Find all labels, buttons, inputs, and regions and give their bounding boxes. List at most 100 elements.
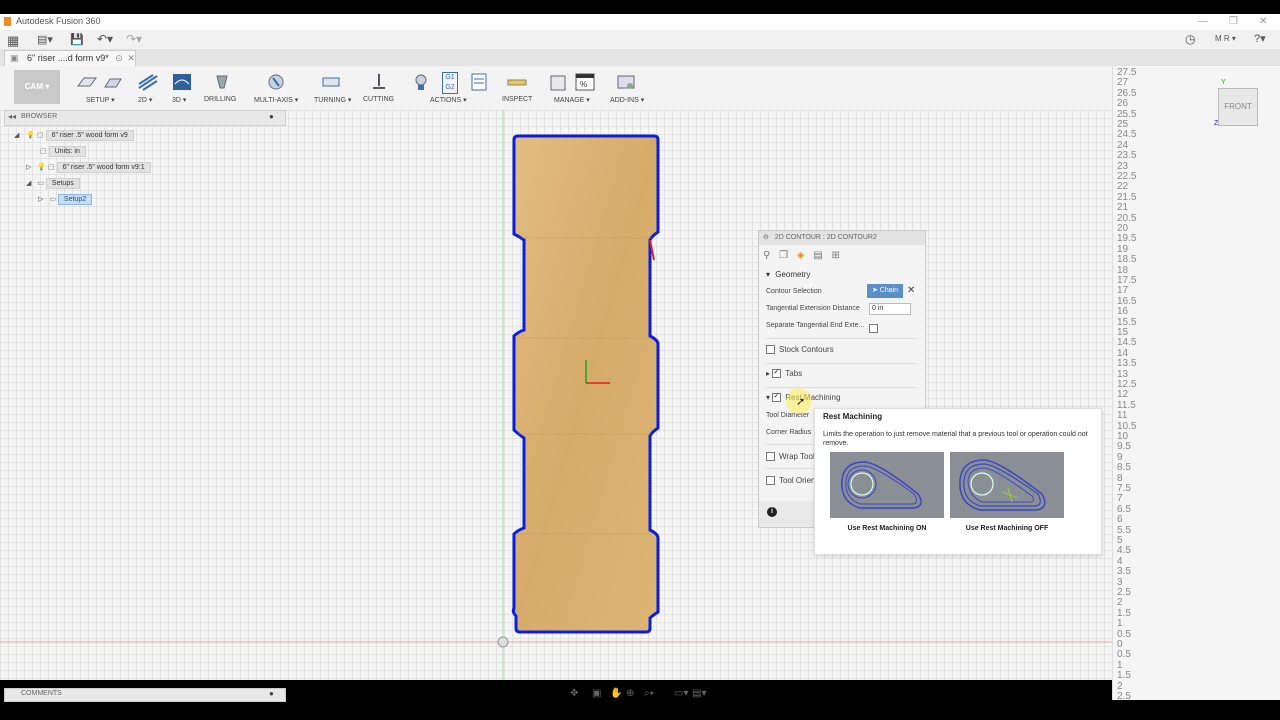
orbit-icon[interactable]: ✥ bbox=[570, 688, 578, 699]
geometry-section[interactable]: ▾ Geometry bbox=[766, 270, 810, 279]
browser-header[interactable]: ◂◂ BROWSER ● bbox=[4, 110, 286, 126]
rest-machining-checkbox[interactable] bbox=[772, 391, 782, 403]
collapse-browser-icon[interactable]: ◂◂ bbox=[8, 112, 16, 121]
heights-tab-icon[interactable]: ◈ bbox=[797, 250, 805, 261]
ribbon-turning-group[interactable]: TURNING ▾ bbox=[312, 66, 352, 110]
setups-node[interactable]: ◢ ▭ Setups bbox=[26, 178, 80, 189]
ribbon-3d-group[interactable]: 3D ▾ bbox=[170, 66, 196, 110]
file-menu-icon[interactable]: ▤▾ bbox=[37, 33, 53, 46]
job-status-clock-icon[interactable]: ◷ bbox=[1185, 32, 1195, 46]
tabs-checkbox[interactable] bbox=[772, 367, 782, 379]
comments-title: COMMENTS bbox=[21, 690, 62, 697]
ruler-tick-label: 18 bbox=[1117, 264, 1129, 276]
tabs-row[interactable]: ▸ Tabs bbox=[766, 367, 802, 379]
clear-selection-icon[interactable]: ✕ bbox=[907, 285, 915, 296]
units-node[interactable]: ▢ Units: in bbox=[40, 146, 86, 157]
ribbon-manage-group[interactable]: % MANAGE ▾ bbox=[546, 66, 595, 110]
tool-tab-icon[interactable]: ⚲ bbox=[763, 250, 770, 261]
wrap-tool-row[interactable]: Wrap Tool bbox=[766, 452, 815, 462]
document-node-icon: ▢ bbox=[37, 132, 44, 139]
ribbon-actions-group[interactable]: G1 G2 ACTIONS ▾ bbox=[408, 66, 490, 110]
setup2-node[interactable]: ▷ ▭ Setup2 bbox=[38, 194, 93, 205]
setup-folder-icon: ▭ bbox=[49, 196, 56, 203]
passes-tab-icon[interactable]: ▤ bbox=[813, 250, 822, 261]
browser-root-node[interactable]: ◢ 💡 ▢ 6" riser .5" wood form v9 bbox=[14, 130, 134, 141]
ruler-tick-label: 9 bbox=[1117, 451, 1123, 463]
ruler-tick-label: 10 bbox=[1117, 431, 1129, 442]
ruler-tick-label: 7 bbox=[1117, 493, 1123, 505]
ribbon-cutting-group[interactable]: CUTTING bbox=[362, 66, 396, 110]
quick-access-toolbar: ▦ ▤▾ 💾 ↶▾ ↷▾ ◷ M R ▾ ?▾ bbox=[0, 30, 1280, 50]
tangential-extension-input[interactable]: 0 in bbox=[869, 303, 911, 315]
setup-label: SETUP ▾ bbox=[86, 97, 115, 104]
close-tab-icon[interactable]: ✕ bbox=[127, 53, 135, 63]
pan-icon[interactable]: ✋ bbox=[610, 688, 622, 699]
ruler-tick-label: 6 bbox=[1117, 514, 1123, 526]
redo-icon[interactable]: ↷▾ bbox=[126, 32, 142, 46]
grid-settings-icon[interactable]: ▤▾ bbox=[692, 688, 706, 699]
info-icon[interactable]: i bbox=[767, 507, 777, 517]
document-tab[interactable]: ▣ 6" riser ....d form v9* ⊙ ✕ bbox=[4, 50, 136, 66]
geometry-tab-icon[interactable]: ❐ bbox=[779, 250, 788, 261]
minimize-button[interactable]: — bbox=[1198, 16, 1208, 27]
ruler-panel: 27.5 27 26.5 26 25.5 25 24.5 24 23.5 23 22.5 22 21.5… bbox=[1112, 66, 1280, 702]
tool-orientation-checkbox[interactable] bbox=[766, 476, 775, 486]
ruler-tick-label: 13 bbox=[1117, 368, 1129, 380]
undo-icon[interactable]: ↶▾ bbox=[97, 32, 113, 46]
ribbon-2d-group[interactable]: 2D ▾ bbox=[136, 66, 162, 110]
ribbon-drilling-group[interactable]: DRILLING bbox=[204, 66, 240, 110]
component-node[interactable]: ▷ 💡 ▢ 6" riser .5" wood form v9:1 bbox=[26, 162, 151, 173]
browser-pin-icon[interactable]: ● bbox=[269, 112, 274, 121]
ruler-tick-label: 25.5 bbox=[1117, 108, 1137, 120]
new-setup-icon bbox=[104, 78, 122, 88]
graphics-canvas[interactable] bbox=[0, 110, 1112, 680]
dialog-tabs: ⚲ ❐ ◈ ▤ ⊞ bbox=[763, 250, 863, 264]
restore-button[interactable]: ❐ bbox=[1229, 16, 1238, 27]
ruler-tick-label: 22.5 bbox=[1117, 171, 1137, 182]
tool-orientation-row[interactable]: Tool Orien bbox=[766, 476, 815, 486]
setup-icon bbox=[77, 77, 97, 87]
ribbon-toolbar: SETUP ▾ 2D ▾ 3D ▾ DRILLING MULTI-AXIS ▾ … bbox=[0, 66, 1280, 111]
workspace-switcher[interactable]: CAM ▾ bbox=[14, 70, 60, 104]
stock-contours-row[interactable]: Stock Contours bbox=[766, 345, 834, 355]
separate-tangential-checkbox[interactable] bbox=[869, 323, 878, 333]
data-panel-grid-icon[interactable]: ▦ bbox=[7, 33, 19, 49]
wood-board-outline bbox=[511, 134, 660, 634]
ribbon-inspect-group[interactable]: INSPECT bbox=[500, 66, 534, 110]
cutting-icon bbox=[373, 74, 385, 89]
ruler-tick-label: 16.5 bbox=[1117, 295, 1137, 307]
wrap-tool-checkbox[interactable] bbox=[766, 452, 775, 462]
component-icon: ▢ bbox=[48, 164, 55, 171]
display-settings-icon[interactable]: ▭▾ bbox=[674, 688, 688, 699]
ruler-tick-label: 1 bbox=[1117, 659, 1123, 671]
ruler-tick-label: 12.5 bbox=[1117, 379, 1137, 390]
linking-tab-icon[interactable]: ⊞ bbox=[832, 250, 840, 261]
chain-button[interactable]: ➤ Chain bbox=[867, 284, 903, 298]
comments-panel[interactable]: COMMENTS ● bbox=[4, 688, 286, 702]
dialog-header[interactable]: ⊖ 2D CONTOUR : 2D CONTOUR2 bbox=[759, 231, 925, 245]
view-cube[interactable]: FRONT bbox=[1218, 88, 1258, 126]
ruler-tick-label: 6.5 bbox=[1117, 503, 1131, 515]
rest-machining-tooltip: Rest Machining Limits the operation to j… bbox=[814, 408, 1102, 555]
user-account-menu[interactable]: M R ▾ bbox=[1215, 34, 1236, 43]
ribbon-setup-group[interactable]: SETUP ▾ bbox=[74, 66, 126, 110]
fusion-logo-icon bbox=[4, 17, 11, 26]
ruler-tick-label: 12 bbox=[1117, 389, 1129, 401]
look-at-icon[interactable]: ▣ bbox=[592, 688, 601, 699]
ruler-tick-label: 1 bbox=[1117, 618, 1123, 630]
close-window-button[interactable]: ✕ bbox=[1259, 16, 1267, 27]
ribbon-add-ins-group[interactable]: ADD-INS ▾ bbox=[608, 66, 648, 110]
actions-label: ACTIONS ▾ bbox=[430, 97, 467, 104]
ruler-tick-label: 1.5 bbox=[1117, 607, 1131, 619]
comments-pin-icon[interactable]: ● bbox=[269, 689, 274, 698]
save-icon[interactable]: 💾 bbox=[70, 33, 84, 46]
help-icon[interactable]: ?▾ bbox=[1254, 32, 1266, 45]
stock-contours-checkbox[interactable] bbox=[766, 345, 775, 355]
zoom-icon[interactable]: ⊕ bbox=[626, 688, 634, 699]
fit-zoom-icon[interactable]: ⌕▾ bbox=[644, 688, 654, 699]
cursor-select-icon: ➤ bbox=[871, 287, 878, 294]
cutting-label: CUTTING bbox=[363, 96, 395, 103]
tooltip-description: Limits the operation to just remove mate… bbox=[823, 431, 1088, 447]
ribbon-multi-axis-group[interactable]: MULTI-AXIS ▾ bbox=[252, 66, 300, 110]
drilling-label: DRILLING bbox=[204, 96, 237, 103]
